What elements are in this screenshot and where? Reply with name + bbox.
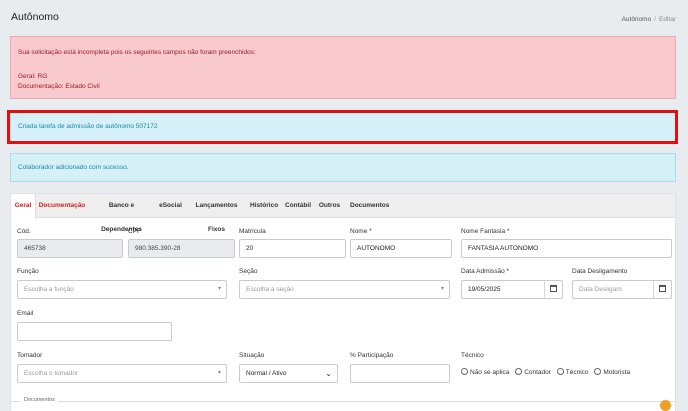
- calendar-icon: [659, 285, 666, 293]
- data-desligamento-placeholder: Data Desligam.: [579, 286, 624, 293]
- incomplete-alert-line-documentacao: Documentação: Estado Civil: [18, 82, 100, 90]
- tab-esocial[interactable]: eSocial: [158, 194, 183, 218]
- data-desligamento-label: Data Desligamento: [572, 268, 628, 275]
- secao-label: Seção: [239, 268, 258, 275]
- radio-circle-icon: [556, 368, 564, 376]
- incomplete-alert-line-geral: Geral: RG: [18, 73, 48, 81]
- situacao-select[interactable]: Normal / Ativo ⌄: [239, 364, 338, 383]
- documentos-divider: [11, 401, 675, 402]
- radio-label: Contador: [524, 369, 551, 376]
- chevron-down-icon: ▾: [217, 370, 221, 376]
- incomplete-alert-intro: Sua solicitação está incompleta pois os …: [18, 49, 256, 56]
- tab-geral[interactable]: Geral: [11, 194, 36, 219]
- tab-outros[interactable]: Outros: [318, 194, 341, 218]
- data-desligamento-input[interactable]: Data Desligam.: [572, 280, 672, 299]
- secao-select[interactable]: Escolha a seção ▾: [239, 280, 450, 299]
- tab-bar: Geral Documentação Banco e Dependentes e…: [11, 194, 675, 233]
- breadcrumb-separator: /: [654, 16, 657, 23]
- radio-motorista[interactable]: Motorista: [594, 368, 631, 376]
- radio-tecnico[interactable]: Técnico: [556, 368, 589, 376]
- radio-label: Técnico: [565, 369, 589, 376]
- cpf-field: 980.385.390-28: [128, 239, 235, 258]
- tab-historico[interactable]: Histórico: [250, 194, 278, 218]
- calendar-button[interactable]: [544, 281, 562, 298]
- nome-fantasia-label: Nome Fantasia *: [461, 228, 510, 235]
- tecnico-label: Técnico: [461, 352, 484, 359]
- nome-label: Nome *: [350, 228, 372, 235]
- chevron-down-icon: ⌄: [325, 369, 332, 378]
- incomplete-alert: Sua solicitação está incompleta pois os …: [10, 36, 676, 99]
- matricula-input[interactable]: 20: [239, 239, 346, 258]
- documentos-toggle-icon[interactable]: [660, 400, 671, 411]
- email-label: Email: [17, 310, 34, 317]
- tomador-select[interactable]: Escolha o tomador ▾: [17, 364, 227, 383]
- tecnico-radio-group: Não se aplica Contador Técnico Motorista: [461, 368, 634, 376]
- calendar-icon: [550, 285, 557, 293]
- nome-input[interactable]: AUTONOMO: [350, 239, 452, 258]
- radio-label: Não se aplica: [470, 369, 510, 376]
- chevron-down-icon: ▾: [440, 286, 444, 292]
- task-created-text: Criada tarefa de admissão de autônomo 50…: [18, 123, 158, 130]
- breadcrumb-editar: Editar: [659, 16, 676, 23]
- page-title: Autônomo: [11, 11, 59, 23]
- funcao-placeholder: Escolha a função: [24, 286, 74, 293]
- radio-contador[interactable]: Contador: [515, 368, 551, 376]
- cod-label: Cód.: [17, 228, 31, 235]
- page-header: Autônomo Autônomo / Editar: [0, 0, 688, 32]
- nome-fantasia-input[interactable]: FANTASIA AUTONOMO: [461, 239, 672, 258]
- matricula-label: Matrícula: [239, 228, 266, 235]
- success-text: Colaborador adicionado com sucesso.: [18, 164, 129, 171]
- tab-documentacao[interactable]: Documentação: [38, 194, 86, 218]
- email-input[interactable]: [17, 322, 172, 341]
- secao-placeholder: Escolha a seção: [246, 286, 294, 293]
- radio-circle-icon: [594, 368, 602, 376]
- calendar-button[interactable]: [653, 281, 671, 298]
- breadcrumb-autonomo[interactable]: Autônomo: [622, 16, 652, 23]
- tab-lancamentos-fixos[interactable]: Lançamentos Fixos: [189, 194, 244, 233]
- cod-field: 465738: [17, 239, 123, 258]
- situacao-label: Situação: [239, 352, 265, 359]
- tab-documentos[interactable]: Documentos: [350, 194, 389, 218]
- situacao-value: Normal / Ativo: [246, 370, 287, 377]
- participacao-label: % Participação: [350, 352, 394, 359]
- participacao-input[interactable]: [350, 364, 450, 383]
- autonomo-form-card: Geral Documentação Banco e Dependentes e…: [10, 193, 676, 411]
- radio-nao-se-aplica[interactable]: Não se aplica: [461, 368, 510, 376]
- tab-contabil[interactable]: Contábil: [285, 194, 311, 218]
- data-admissao-label: Data Admissão *: [461, 268, 510, 275]
- funcao-select[interactable]: Escolha a função ▾: [17, 280, 227, 299]
- tomador-label: Tomador: [17, 352, 43, 359]
- radio-label: Motorista: [603, 369, 631, 376]
- radio-circle-icon: [515, 368, 523, 376]
- breadcrumb: Autônomo / Editar: [622, 16, 676, 23]
- chevron-down-icon: ▾: [217, 286, 221, 292]
- success-alert: Colaborador adicionado com sucesso.: [10, 153, 676, 182]
- documentos-legend: Documentos: [21, 397, 58, 403]
- data-admissao-value: 19/05/2025: [468, 286, 501, 293]
- tab-banco-dependentes[interactable]: Banco e Dependentes: [91, 194, 152, 233]
- funcao-label: Função: [17, 268, 39, 275]
- radio-circle-icon: [461, 368, 468, 376]
- tomador-placeholder: Escolha o tomador: [24, 370, 79, 377]
- data-admissao-input[interactable]: 19/05/2025: [461, 280, 563, 299]
- cpf-label: CPF: [128, 228, 141, 235]
- task-created-alert: Criada tarefa de admissão de autônomo 50…: [10, 110, 676, 144]
